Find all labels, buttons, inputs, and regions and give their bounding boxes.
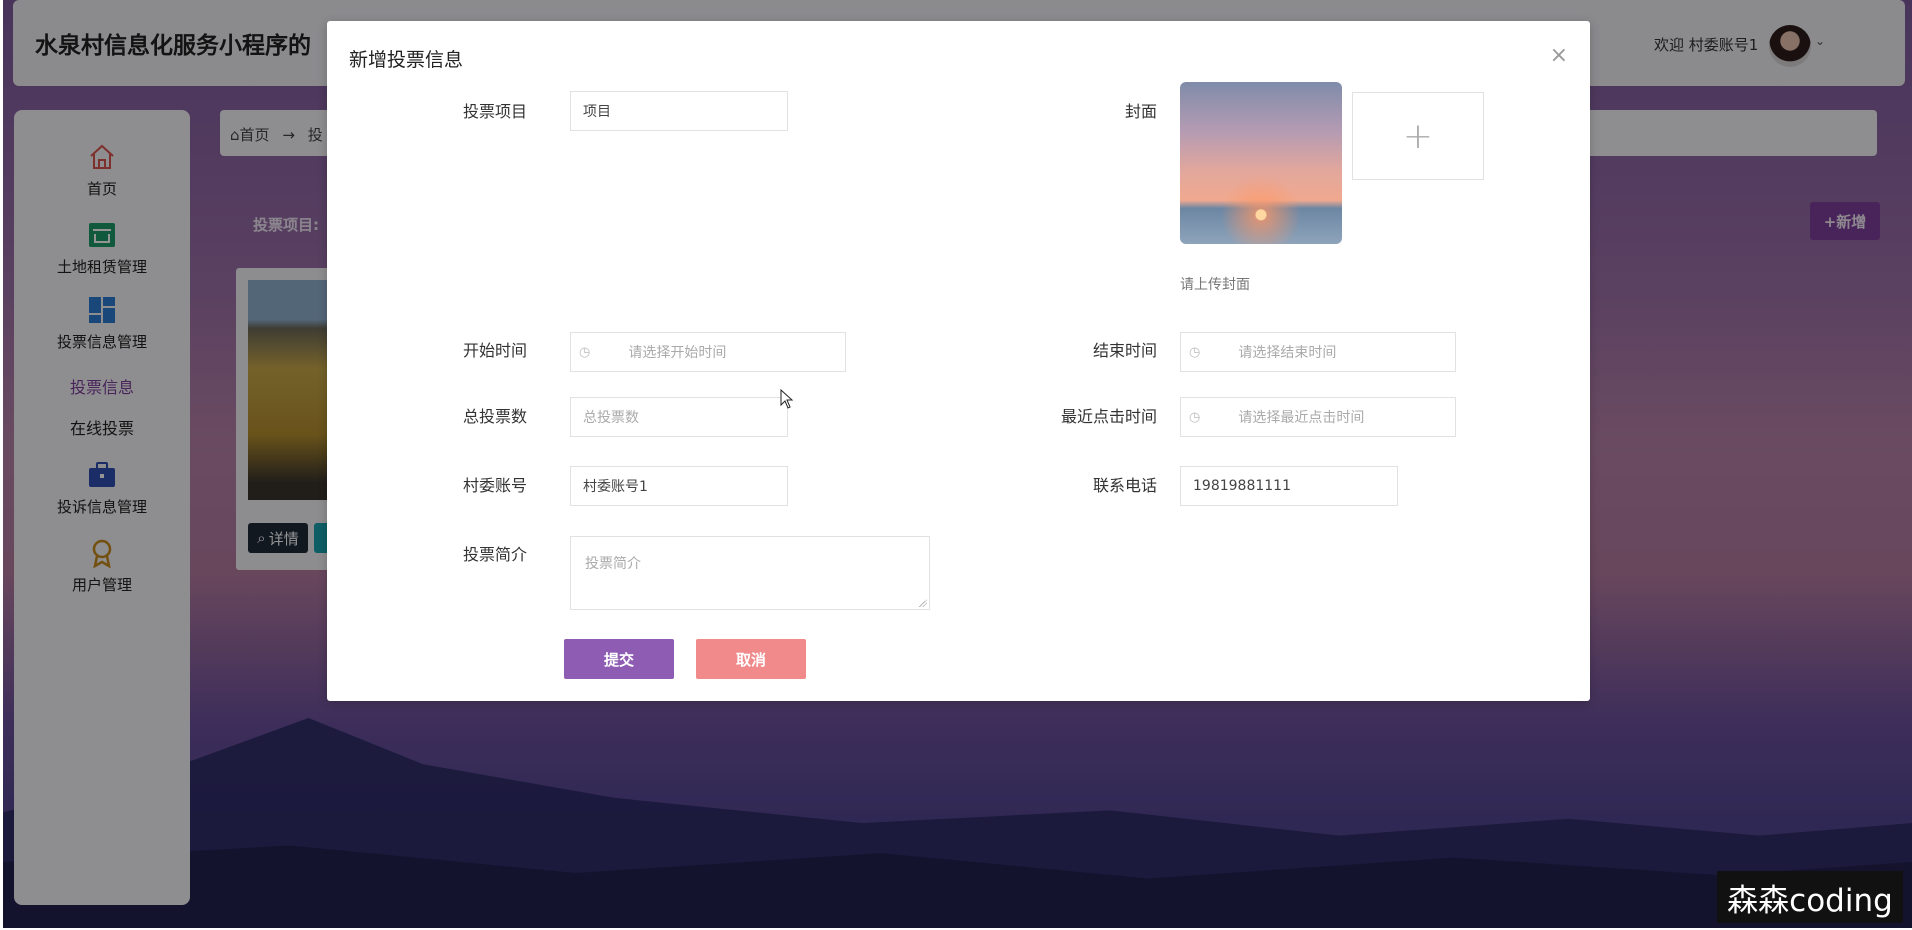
account-input[interactable]: 村委账号1: [570, 466, 788, 506]
close-icon[interactable]: ×: [1550, 43, 1568, 68]
upload-cover-button[interactable]: +: [1352, 92, 1484, 180]
intro-placeholder: 投票简介: [585, 556, 641, 572]
project-input[interactable]: 项目: [570, 91, 788, 131]
end-time-picker[interactable]: ◷ 请选择结束时间: [1180, 332, 1456, 372]
account-label: 村委账号: [462, 476, 527, 495]
end-time-placeholder: 请选择结束时间: [1238, 345, 1337, 361]
watermark: 森森coding: [1717, 871, 1903, 923]
start-time-label: 开始时间: [462, 341, 527, 360]
intro-textarea[interactable]: 投票简介: [570, 536, 930, 610]
cancel-button[interactable]: 取消: [696, 639, 806, 679]
submit-button[interactable]: 提交: [564, 639, 674, 679]
last-click-time-picker[interactable]: ◷ 请选择最近点击时间: [1180, 397, 1456, 437]
clock-icon: ◷: [1189, 344, 1201, 360]
phone-label: 联系电话: [1092, 476, 1157, 495]
clock-icon: ◷: [579, 344, 591, 360]
cover-label: 封面: [1124, 102, 1157, 121]
total-votes-label: 总投票数: [462, 407, 527, 426]
project-label: 投票项目: [462, 102, 527, 121]
intro-label: 投票简介: [462, 545, 527, 564]
end-time-label: 结束时间: [1092, 341, 1157, 360]
start-time-picker[interactable]: ◷ 请选择开始时间: [570, 332, 846, 372]
clock-icon: ◷: [1189, 409, 1201, 425]
add-vote-dialog: 新增投票信息 × 投票项目 项目 封面 + 请上传封面 开始时间 ◷ 请选择开始时…: [327, 21, 1590, 701]
resize-handle[interactable]: [919, 599, 927, 607]
last-click-time-label: 最近点击时间: [1060, 407, 1157, 426]
mouse-cursor-icon: [780, 389, 794, 409]
dialog-title: 新增投票信息: [349, 49, 464, 71]
last-click-placeholder: 请选择最近点击时间: [1238, 410, 1365, 426]
cover-image[interactable]: [1180, 82, 1342, 244]
phone-input[interactable]: 19819881111: [1180, 466, 1398, 506]
start-time-placeholder: 请选择开始时间: [628, 345, 727, 361]
total-votes-input[interactable]: 总投票数: [570, 397, 788, 437]
cover-hint: 请上传封面: [1180, 277, 1250, 293]
